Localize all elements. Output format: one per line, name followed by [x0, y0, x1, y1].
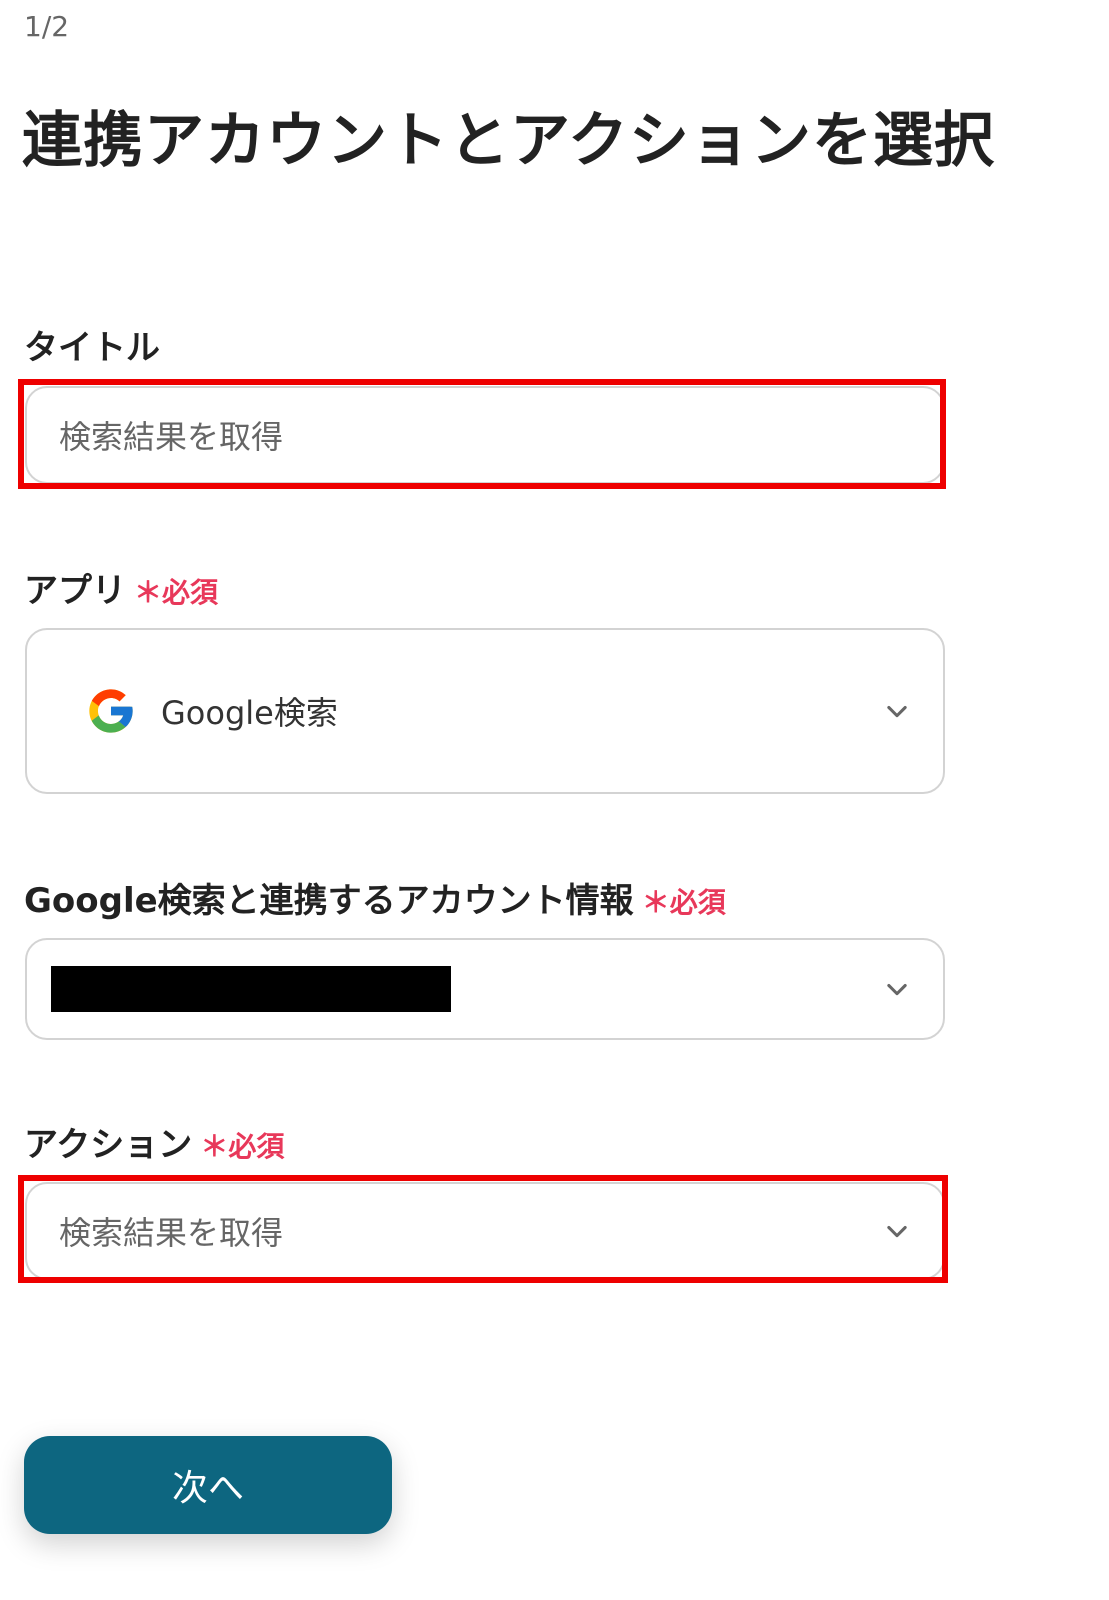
required-asterisk: ＊	[641, 886, 670, 919]
required-text: 必須	[228, 1130, 285, 1163]
account-field-label: Google検索と連携するアカウント情報 ＊必須	[24, 873, 726, 922]
title-label-text: タイトル	[24, 328, 160, 368]
chevron-down-icon	[887, 1225, 907, 1238]
required-asterisk: ＊	[200, 1130, 229, 1163]
chevron-down-icon	[887, 705, 907, 718]
account-select[interactable]	[25, 938, 945, 1040]
google-icon	[89, 689, 133, 733]
required-text: 必須	[162, 576, 219, 609]
page-title: 連携アカウントとアクションを選択	[22, 106, 995, 176]
next-button[interactable]: 次へ	[24, 1436, 392, 1534]
required-badge: ＊必須	[134, 576, 218, 609]
required-text: 必須	[669, 886, 726, 919]
account-label-text: Google検索と連携するアカウント情報	[24, 881, 634, 921]
title-input-value: 検索結果を取得	[59, 418, 284, 456]
app-field-label: アプリ ＊必須	[24, 563, 218, 612]
app-select[interactable]: Google検索	[25, 628, 945, 794]
required-badge: ＊必須	[642, 886, 726, 919]
app-select-value: Google検索	[161, 694, 338, 732]
redacted-account-value	[51, 966, 451, 1012]
step-indicator: 1/2	[24, 10, 70, 43]
chevron-down-icon	[887, 983, 907, 996]
title-field-label: タイトル	[24, 320, 160, 369]
required-badge: ＊必須	[200, 1130, 284, 1163]
title-input[interactable]: 検索結果を取得	[25, 386, 945, 484]
app-label-text: アプリ	[24, 571, 126, 611]
action-select[interactable]: 検索結果を取得	[25, 1182, 945, 1280]
action-select-value: 検索結果を取得	[59, 1214, 284, 1252]
action-label-text: アクション	[24, 1125, 193, 1165]
action-field-label: アクション ＊必須	[24, 1117, 284, 1166]
required-asterisk: ＊	[134, 576, 163, 609]
